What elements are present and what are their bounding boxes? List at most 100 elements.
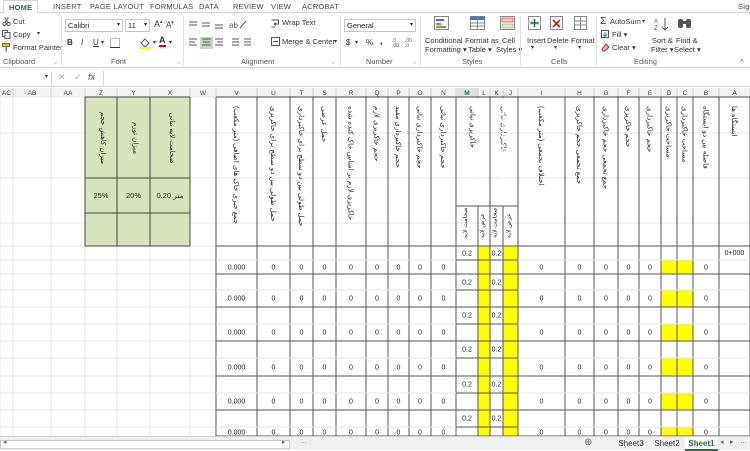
format-as-table-button[interactable]: Format as xyxy=(465,36,499,45)
cell-styles-button[interactable]: Cell xyxy=(502,36,515,45)
cell-fill-thickness: 0.2 xyxy=(462,280,472,287)
underline-button[interactable]: U xyxy=(93,38,99,47)
cancel-icon[interactable]: ✕ xyxy=(58,72,66,83)
worksheet-grid[interactable]: ACABAAZYXWVUTSRQPONMLKJIHGFEDCBAضخامت لا… xyxy=(0,88,750,436)
fill-color-dropdown-icon[interactable]: ▾ xyxy=(153,39,156,46)
italic-button[interactable]: I xyxy=(81,38,83,47)
font-color-icon[interactable]: A xyxy=(159,36,166,47)
subheader-thickness: ضخامت لایه xyxy=(462,207,469,238)
fill-color-icon[interactable] xyxy=(139,37,151,49)
orientation-icon[interactable]: ab xyxy=(229,19,253,30)
yellow-cell xyxy=(478,410,490,427)
autosum-button[interactable]: AutoSum xyxy=(610,17,641,26)
cell-value: 0 xyxy=(300,296,304,303)
currency-dropdown-icon[interactable]: ▾ xyxy=(355,39,358,46)
delete-button[interactable]: Delete xyxy=(547,36,569,45)
sheet-tab-sheet3[interactable]: Sheet3 xyxy=(615,437,647,451)
borders-icon[interactable] xyxy=(110,38,121,48)
clear-button[interactable]: Clear ▾ xyxy=(612,43,636,52)
format-button[interactable]: Format xyxy=(571,36,595,45)
cell-value: 0 xyxy=(418,265,422,272)
cell-value: 0 xyxy=(627,330,631,337)
formula-input[interactable] xyxy=(103,71,749,85)
conditional-formatting-button[interactable]: Conditional xyxy=(425,36,463,45)
font-color-dropdown-icon[interactable]: ▾ xyxy=(169,39,172,46)
font-name-select[interactable]: Calibri▾ xyxy=(65,19,123,32)
insert-button[interactable]: Insert xyxy=(527,36,546,45)
comma-button[interactable]: , xyxy=(380,36,383,47)
yellow-cell xyxy=(503,410,518,427)
copy-dropdown-icon[interactable]: ▾ xyxy=(37,30,40,37)
add-sheet-icon[interactable]: ⊕ xyxy=(584,437,592,448)
copy-button[interactable]: Copy xyxy=(13,30,31,39)
sheet-nav-right-icon[interactable]: ▸ xyxy=(730,438,734,446)
cell-value: 0 xyxy=(349,296,353,303)
indent-icons[interactable] xyxy=(229,37,253,49)
number-format-select[interactable]: General▾ xyxy=(344,19,416,32)
column-heading: ایستگاه ها xyxy=(730,106,739,136)
insert-dropdown-icon[interactable]: ▾ xyxy=(531,44,534,51)
decrease-font-icon[interactable]: A▾ xyxy=(166,20,174,30)
separator xyxy=(420,16,421,66)
sheet-canvas[interactable]: ACABAAZYXWVUTSRQPONMLKJIHGFEDCBAضخامت لا… xyxy=(0,88,750,436)
merge-dropdown-icon[interactable]: ▾ xyxy=(334,38,337,45)
tab-acrobat[interactable]: ACROBAT xyxy=(302,2,339,11)
tab-formulas[interactable]: FORMULAS xyxy=(150,2,193,11)
horizontal-align-icons[interactable] xyxy=(188,37,228,49)
cell-cut-thickness: 0.2 xyxy=(492,382,502,389)
autosum-dropdown-icon[interactable]: ▾ xyxy=(642,18,645,25)
sheet-tab-sheet1[interactable]: Sheet1 xyxy=(685,437,718,451)
copy-icon xyxy=(2,30,11,39)
find-select-button[interactable]: Find & xyxy=(676,36,698,45)
cell-value: 0 xyxy=(540,265,544,272)
sheet-tab-sheet2[interactable]: Sheet2 xyxy=(652,437,682,451)
column-heading: حجم خاکبرداری xyxy=(646,106,655,152)
tab-insert[interactable]: INSERT xyxy=(53,2,82,11)
format-dropdown-icon[interactable]: ▾ xyxy=(578,44,581,51)
font-size-select[interactable]: 11▾ xyxy=(125,19,150,32)
tab-review[interactable]: REVIEW xyxy=(233,2,264,11)
merge-center-button[interactable]: Merge & Center xyxy=(282,37,335,46)
bold-button[interactable]: B xyxy=(67,38,73,47)
underline-dropdown-icon[interactable]: ▾ xyxy=(101,39,104,46)
cell-value: 0 xyxy=(442,365,446,372)
sheet-nav-more-icon[interactable]: … xyxy=(740,438,747,445)
cell-v: 0.000 xyxy=(228,296,246,303)
currency-button[interactable]: $ xyxy=(346,38,350,47)
tab-home[interactable]: HOME xyxy=(3,0,38,14)
fill-button[interactable]: Fill ▾ xyxy=(612,30,627,39)
sign-in-link[interactable]: Sig xyxy=(738,2,749,11)
column-letter-k: K xyxy=(494,90,499,97)
increase-font-icon[interactable]: A▴ xyxy=(154,19,163,29)
number-launcher-icon[interactable]: ⌟ xyxy=(413,58,416,65)
column-heading: مساحت خاکریزی xyxy=(665,106,674,158)
alignment-launcher-icon[interactable]: ⌟ xyxy=(332,58,335,65)
tab-page-layout[interactable]: PAGE LAYOUT xyxy=(90,2,144,11)
tab-view[interactable]: VIEW xyxy=(271,2,291,11)
insert-function-icon[interactable]: fx xyxy=(88,72,95,82)
decimal-icons[interactable]: .0.00.00.0 xyxy=(392,37,416,48)
name-box-dropdown-icon[interactable]: ▾ xyxy=(45,73,48,80)
group-number-label: Number xyxy=(366,57,393,66)
vertical-align-icons[interactable] xyxy=(188,20,228,30)
enter-icon[interactable]: ✓ xyxy=(74,72,82,83)
wrap-text-button[interactable]: Wrap Text xyxy=(282,18,316,27)
column-letter-q: Q xyxy=(374,90,379,97)
collapse-ribbon-icon[interactable]: ^ xyxy=(740,58,744,67)
sheet-nav-left-icon[interactable]: ◂ xyxy=(720,438,724,446)
clipboard-launcher-icon[interactable]: ⌟ xyxy=(54,58,57,65)
more-sheets-icon[interactable]: … xyxy=(300,438,307,445)
format-painter-button[interactable]: Format Painter xyxy=(13,43,63,52)
tab-data[interactable]: DATA xyxy=(199,2,219,11)
delete-dropdown-icon[interactable]: ▾ xyxy=(554,44,557,51)
scroll-right-icon[interactable]: ▸ xyxy=(282,438,286,446)
cell-value: 0 xyxy=(375,365,379,372)
font-launcher-icon[interactable]: ⌟ xyxy=(177,58,180,65)
cut-button[interactable]: Cut xyxy=(13,17,25,26)
column-letter-c: C xyxy=(683,90,688,97)
percent-button[interactable]: % xyxy=(366,38,373,47)
sort-filter-button[interactable]: Sort & xyxy=(652,36,673,45)
cell-cut-thickness: 0.2 xyxy=(492,416,502,423)
horizontal-scrollbar[interactable] xyxy=(0,440,290,449)
scroll-left-icon[interactable]: ◂ xyxy=(3,438,7,446)
